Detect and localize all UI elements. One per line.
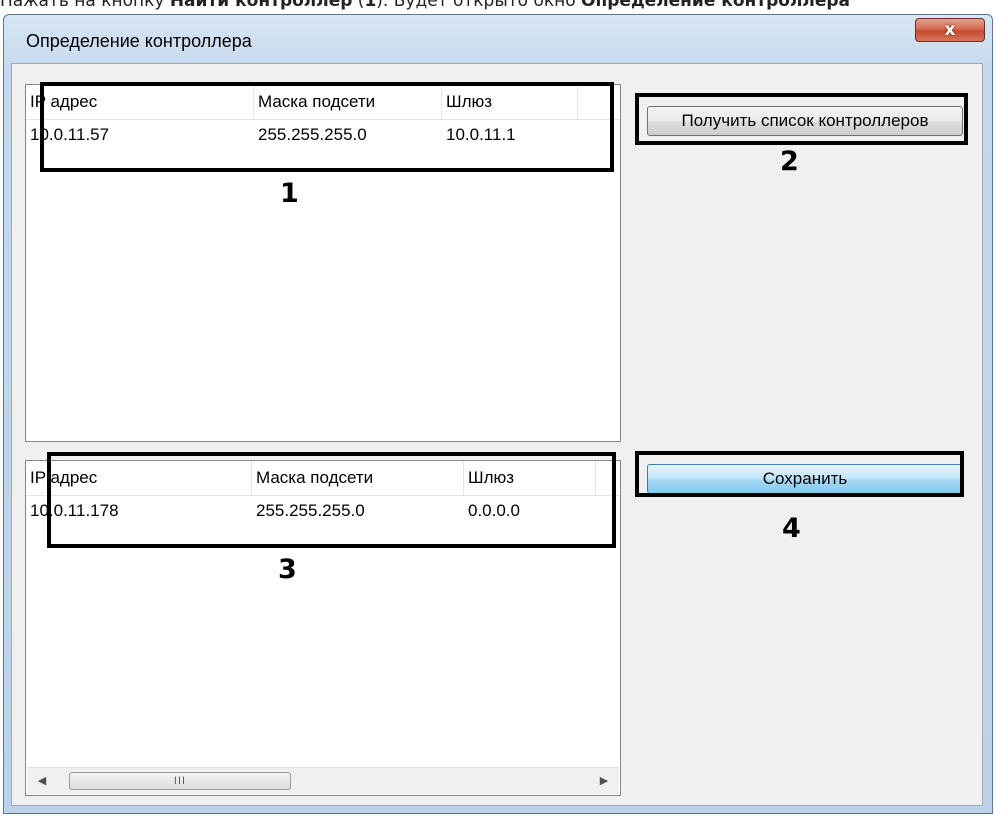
annotation-label-3: 3 <box>278 554 297 585</box>
horizontal-scrollbar[interactable]: ◀ III ▶ <box>27 767 619 794</box>
close-button[interactable]: x <box>915 18 985 42</box>
instruction-text: Нажать на кнопку Найти контроллер (1). Б… <box>0 0 851 11</box>
scrollbar-thumb[interactable]: III <box>69 772 291 790</box>
annotation-label-4: 4 <box>782 513 801 544</box>
scroll-right-arrow-icon[interactable]: ▶ <box>591 768 617 794</box>
annotation-box-2 <box>635 93 968 145</box>
scroll-left-arrow-icon[interactable]: ◀ <box>29 768 55 794</box>
close-icon: x <box>944 20 956 40</box>
window-title: Определение контроллера <box>26 31 252 51</box>
dialog-client-area: IP адрес Маска подсети Шлюз 10.0.11.57 2… <box>11 63 983 806</box>
annotation-label-2: 2 <box>780 146 799 177</box>
annotation-box-4 <box>635 451 964 497</box>
annotation-label-1: 1 <box>280 178 299 209</box>
annotation-box-1 <box>40 82 614 172</box>
annotation-box-3 <box>47 452 616 548</box>
